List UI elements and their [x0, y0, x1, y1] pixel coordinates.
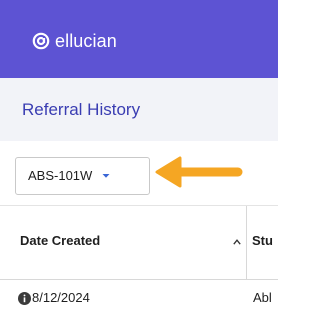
row-date-created: 8/12/2024 — [32, 290, 90, 305]
column-divider — [246, 206, 247, 280]
chevron-up-icon[interactable] — [233, 239, 241, 245]
caret-down-icon — [102, 174, 110, 178]
logo-text: ellucian — [55, 31, 117, 51]
page-title: Referral History — [22, 100, 141, 119]
column-header-student[interactable]: Stu — [252, 233, 273, 248]
info-icon[interactable] — [18, 292, 31, 305]
top-navigation-bar: ellucian — [0, 0, 278, 78]
table-row[interactable]: 8/12/2024 Abl — [0, 280, 278, 318]
table-header-row: Date Created Stu — [0, 205, 278, 280]
ellucian-logo[interactable]: ellucian — [32, 30, 117, 52]
app-screen: ellucian Referral History ABS-101W Date … — [0, 0, 278, 318]
ellucian-logo-icon — [32, 32, 50, 50]
course-filter-value: ABS-101W — [28, 168, 93, 183]
course-filter-dropdown[interactable]: ABS-101W — [15, 157, 150, 195]
pointer-arrow-left-icon — [155, 156, 243, 188]
page-header: Referral History — [0, 78, 278, 141]
row-student: Abl — [253, 290, 272, 305]
column-header-date-created[interactable]: Date Created — [20, 233, 100, 248]
